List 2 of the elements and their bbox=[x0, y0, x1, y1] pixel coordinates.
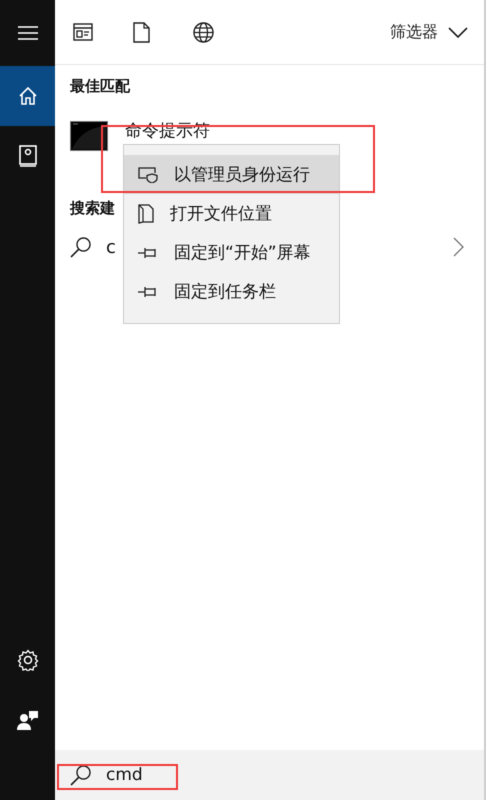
section-heading: 最佳匹配 bbox=[70, 77, 130, 97]
section-heading: 搜索建 bbox=[70, 199, 115, 219]
